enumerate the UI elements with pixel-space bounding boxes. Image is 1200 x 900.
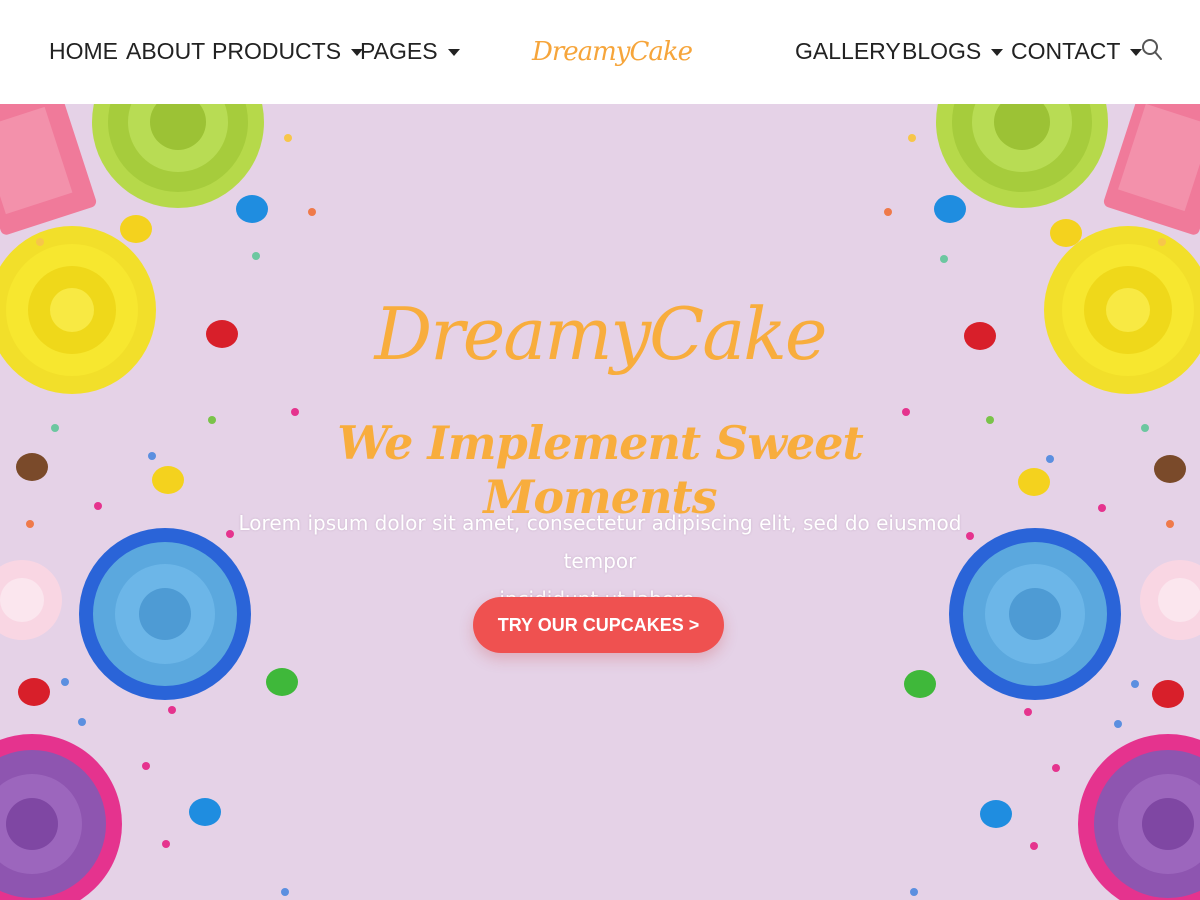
try-cupcakes-button[interactable]: TRY OUR CUPCAKES > (473, 597, 724, 653)
nav-products-label: PRODUCTS (212, 37, 342, 64)
nav-home-label: HOME (49, 37, 118, 64)
search-icon (1142, 39, 1162, 60)
nav-about-label: ABOUT (126, 37, 206, 64)
nav-blogs-label: BLOGS (902, 37, 982, 64)
nav-home[interactable]: HOME (49, 36, 118, 66)
caret-down-icon (447, 48, 460, 56)
cupcake-purple-left (0, 734, 122, 900)
nav-pages[interactable]: PAGES (360, 36, 460, 66)
nav-gallery[interactable]: GALLERY (795, 36, 901, 66)
hero-title: DreamyCake (374, 292, 828, 376)
nav-blogs[interactable]: BLOGS (902, 36, 1004, 66)
caret-down-icon (991, 48, 1004, 56)
meringue-left (0, 560, 62, 640)
nav-about[interactable]: ABOUT (126, 36, 205, 66)
nav-contact[interactable]: CONTACT (1011, 36, 1143, 66)
nav-gallery-label: GALLERY (795, 37, 901, 64)
cupcake-yellow-left (0, 226, 156, 394)
cupcake-purple-right (1078, 734, 1200, 900)
meringue-right (1140, 560, 1200, 640)
try-cupcakes-button-label: TRY OUR CUPCAKES > (497, 614, 700, 635)
gift-box-right (1103, 104, 1200, 235)
nav-contact-label: CONTACT (1011, 37, 1121, 64)
gift-box-left (0, 104, 97, 235)
search-button[interactable] (1140, 36, 1166, 64)
logo-text: DreamyCake (531, 37, 693, 67)
site-logo[interactable]: DreamyCake (532, 24, 693, 80)
nav-pages-label: PAGES (360, 37, 438, 64)
cupcake-green-right (936, 104, 1108, 208)
hero-banner: DreamyCake We Implement Sweet Moments Lo… (0, 104, 1200, 900)
cupcake-yellow-right (1044, 226, 1200, 394)
nav-products[interactable]: PRODUCTS (212, 36, 364, 66)
cupcake-green-left (92, 104, 264, 208)
top-navbar: HOME ABOUT PRODUCTS PAGES DreamyCake GAL… (0, 0, 1200, 104)
hero-description-line1: Lorem ipsum dolor sit amet, consectetur … (238, 511, 962, 573)
